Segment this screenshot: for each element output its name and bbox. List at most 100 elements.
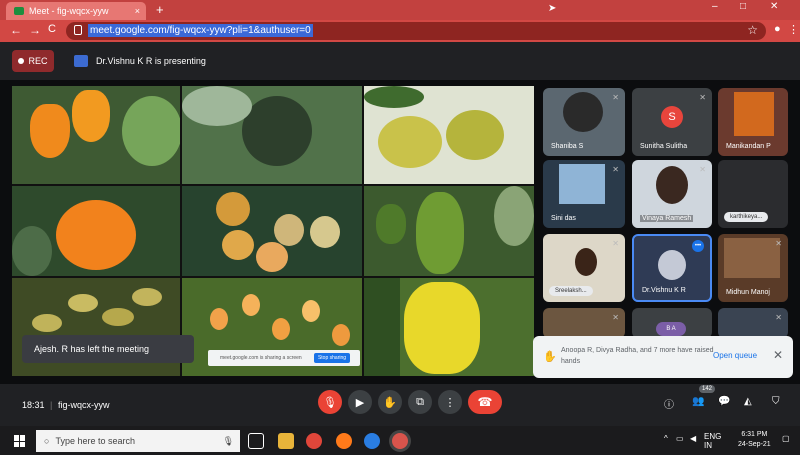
participant-tile[interactable]: ✕ bbox=[543, 308, 625, 338]
file-explorer-icon[interactable] bbox=[278, 433, 294, 449]
participant-name: Sini das bbox=[551, 215, 576, 222]
photo-bananas bbox=[364, 278, 534, 376]
url-text[interactable]: meet.google.com/fig-wqcx-yyw?pli=1&authu… bbox=[88, 24, 313, 37]
activities-icon[interactable]: ◭ bbox=[744, 396, 752, 407]
participant-tile[interactable]: ✕ Sini das bbox=[543, 160, 625, 228]
participant-tile[interactable]: ✕ Sreelaksh... bbox=[543, 234, 625, 302]
tray-chevron-icon[interactable]: ^ bbox=[664, 434, 668, 443]
region-code: IN bbox=[704, 441, 712, 450]
language-code: ENG bbox=[704, 432, 722, 441]
taskbar-search-box[interactable]: ○ Type here to search 🎙 bbox=[36, 430, 240, 452]
close-icon[interactable]: ✕ bbox=[773, 348, 783, 362]
more-vert-icon: ⋮ bbox=[444, 396, 456, 409]
mic-off-icon: ✕ bbox=[775, 239, 782, 248]
photo-pineapples bbox=[182, 186, 362, 276]
browser-tab-strip: Meet - fig-wqcx-yyw × + ➤ – □ ✕ bbox=[0, 0, 800, 20]
profile-icon[interactable]: ● bbox=[774, 23, 781, 35]
participant-tile[interactable]: S ✕ Sunitha Sulitha bbox=[632, 88, 712, 156]
raised-hands-text: Anoopa R, Divya Radha, and 7 more have r… bbox=[561, 347, 714, 365]
mic-off-icon: ✕ bbox=[612, 165, 619, 174]
present-button[interactable]: ⧉ bbox=[408, 390, 432, 414]
open-queue-link[interactable]: Open queue bbox=[713, 351, 757, 360]
forward-button[interactable]: → bbox=[29, 23, 41, 37]
raised-hands-notification: ✋ Anoopa R, Divya Radha, and 7 more have… bbox=[533, 336, 793, 378]
tab-title: Meet - fig-wqcx-yyw bbox=[29, 6, 109, 16]
lock-icon bbox=[74, 25, 82, 35]
network-icon[interactable]: ▭ bbox=[676, 434, 684, 443]
speaker-icon[interactable]: ◀ bbox=[690, 434, 696, 443]
participant-tile[interactable]: Manikandan P bbox=[718, 88, 788, 156]
host-controls-icon[interactable]: ⛉ bbox=[772, 396, 780, 407]
photo-cashew bbox=[12, 86, 180, 184]
phone-hangup-icon: ☎ bbox=[477, 395, 493, 409]
window-close-button[interactable]: ✕ bbox=[770, 1, 778, 12]
participant-avatar: B A bbox=[656, 322, 686, 336]
mic-off-icon: ✕ bbox=[699, 93, 706, 102]
mic-off-icon: 🎙 bbox=[323, 396, 337, 409]
mic-toggle-button[interactable]: 🎙 bbox=[318, 390, 342, 414]
people-count-badge: 142 bbox=[699, 385, 716, 393]
back-button[interactable]: ← bbox=[10, 23, 22, 37]
camera-icon: ▶ bbox=[355, 396, 365, 409]
language-indicator[interactable]: ENG IN bbox=[704, 432, 721, 450]
chat-icon[interactable]: 💬 bbox=[718, 396, 730, 407]
windows-start-icon[interactable] bbox=[14, 435, 26, 447]
clock-date: 24-Sep-21 bbox=[738, 441, 771, 448]
system-clock[interactable]: 6:31 PM 24-Sep-21 bbox=[738, 430, 771, 450]
mic-off-icon: ✕ bbox=[612, 313, 619, 322]
participant-tile[interactable]: ✕ Midhun Manoj bbox=[718, 234, 788, 302]
photo-papaya-fruit bbox=[364, 186, 534, 276]
edge-icon[interactable] bbox=[364, 433, 380, 449]
participant-name: Manikandan P bbox=[726, 143, 771, 150]
camera-toggle-button[interactable]: ▶ bbox=[348, 390, 372, 414]
photo-papaya-tree bbox=[182, 86, 362, 184]
raise-hand-button[interactable]: ✋ bbox=[378, 390, 402, 414]
address-bar[interactable]: meet.google.com/fig-wqcx-yyw?pli=1&authu… bbox=[66, 22, 766, 40]
participant-tile[interactable]: karthikeya... bbox=[718, 160, 788, 228]
search-placeholder: Type here to search bbox=[55, 436, 135, 446]
participant-tile-speaking[interactable]: ••• Dr.Vishnu K R bbox=[632, 234, 712, 302]
meet-favicon-icon bbox=[14, 7, 24, 15]
minimize-button[interactable]: – bbox=[712, 1, 718, 12]
participant-avatar: S bbox=[661, 106, 683, 128]
rec-label: REC bbox=[28, 56, 48, 66]
mic-off-icon: ✕ bbox=[612, 239, 619, 248]
bookmark-star-icon[interactable]: ☆ bbox=[747, 23, 758, 37]
new-tab-button[interactable]: + bbox=[156, 2, 164, 17]
speaking-indicator-icon: ••• bbox=[692, 240, 704, 252]
info-icon[interactable]: ⓘ bbox=[664, 396, 674, 411]
shared-screen bbox=[12, 86, 534, 376]
notification-icon[interactable]: ▢ bbox=[782, 434, 790, 443]
maximize-button[interactable]: □ bbox=[740, 1, 746, 12]
firefox-icon[interactable] bbox=[336, 433, 352, 449]
menu-icon[interactable]: ⋮ bbox=[788, 23, 799, 36]
tab-meet[interactable]: Meet - fig-wqcx-yyw × bbox=[6, 2, 146, 20]
screen-share-bar: meet.google.com is sharing a screen Stop… bbox=[208, 350, 360, 366]
left-meeting-toast: Ajesh. R has left the meeting bbox=[22, 335, 194, 363]
chrome-icon[interactable] bbox=[306, 433, 322, 449]
microphone-icon[interactable]: 🎙 bbox=[223, 436, 234, 447]
participant-name: Midhun Manoj bbox=[726, 289, 770, 296]
mic-off-icon: ✕ bbox=[699, 165, 706, 174]
leave-call-button[interactable]: ☎ bbox=[468, 390, 502, 414]
recording-badge[interactable]: REC bbox=[12, 50, 54, 72]
mouse-cursor-icon: ➤ bbox=[548, 3, 557, 14]
participant-name: Shaniba S bbox=[551, 143, 584, 150]
meet-control-bar: 18:31 fig-wqcx-yyw 🎙 ▶ ✋ ⧉ ⋮ ☎ ⓘ 👥 142 💬… bbox=[0, 384, 800, 426]
reload-button[interactable]: C bbox=[48, 23, 56, 35]
stop-sharing-button[interactable]: Stop sharing bbox=[314, 353, 350, 363]
task-view-icon[interactable] bbox=[248, 433, 264, 449]
meeting-code: fig-wqcx-yyw bbox=[50, 400, 109, 410]
participant-tile[interactable]: B A bbox=[632, 308, 712, 338]
participant-tile[interactable]: ✕ bbox=[718, 308, 788, 338]
tab-close-icon[interactable]: × bbox=[135, 6, 140, 16]
hand-icon: ✋ bbox=[543, 351, 557, 363]
more-options-button[interactable]: ⋮ bbox=[438, 390, 462, 414]
participant-tile[interactable]: ✕ Shaniba S bbox=[543, 88, 625, 156]
people-icon[interactable]: 👥 bbox=[692, 396, 704, 407]
chrome-active-icon[interactable] bbox=[392, 433, 408, 449]
photo-lemons bbox=[364, 86, 534, 184]
left-meeting-text: Ajesh. R has left the meeting bbox=[34, 344, 150, 354]
hand-icon: ✋ bbox=[383, 396, 397, 409]
participant-tile[interactable]: ✕ Vinaya Ramesh bbox=[632, 160, 712, 228]
